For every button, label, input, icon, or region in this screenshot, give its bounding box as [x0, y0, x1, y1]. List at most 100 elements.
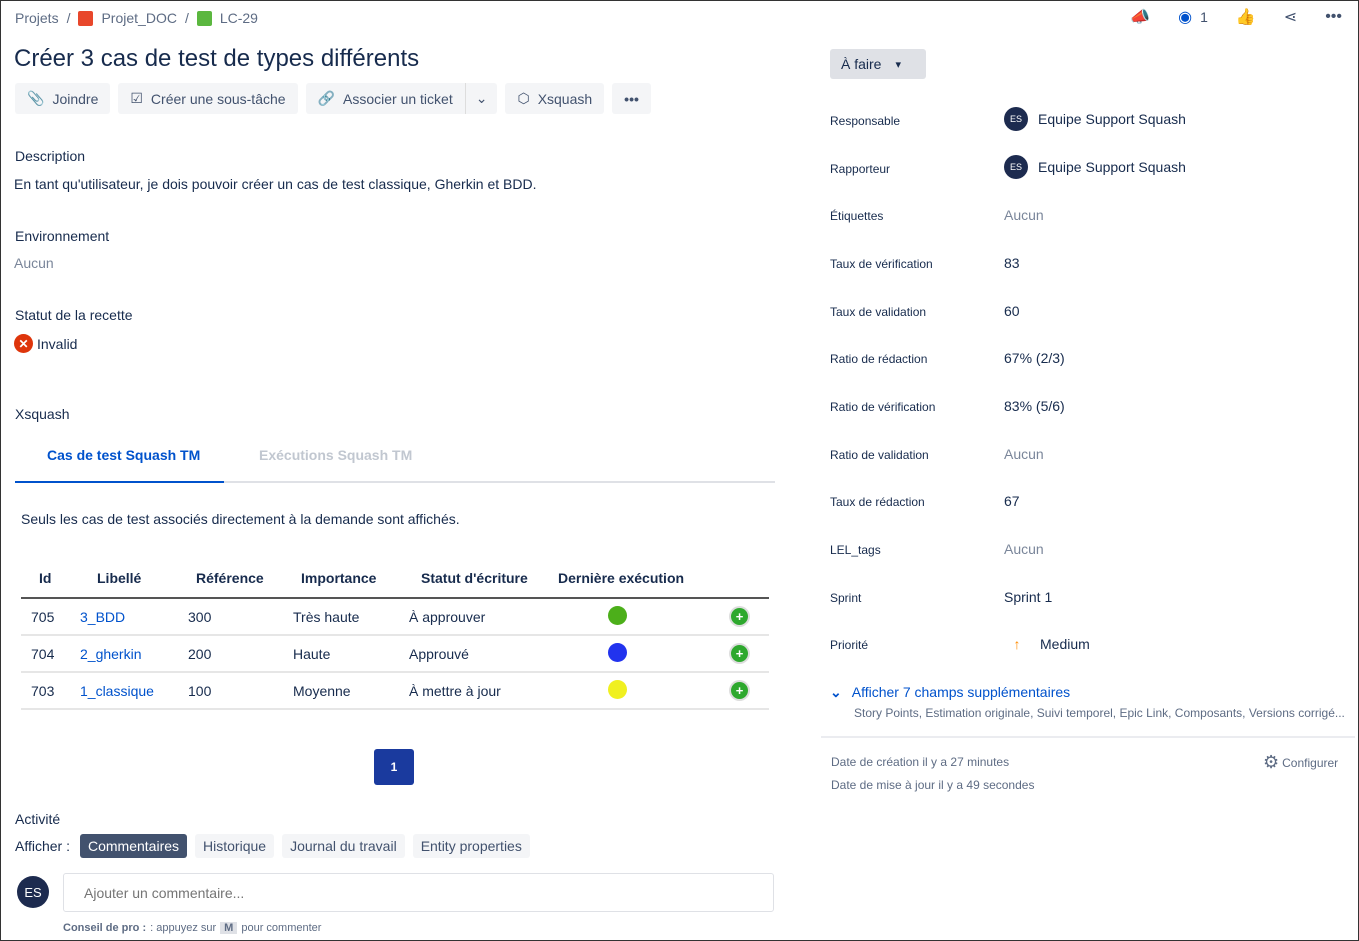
watch-button[interactable]: ◉ 1 — [1178, 7, 1208, 27]
col-last-execution: Dernière exécution — [558, 558, 710, 599]
add-execution-icon[interactable]: + — [731, 645, 748, 662]
feedback-megaphone-icon[interactable]: 📣 — [1130, 7, 1150, 27]
tab-entity-properties[interactable]: Entity properties — [412, 834, 530, 858]
field-value-container[interactable]: ES Equipe Support Squash — [1004, 155, 1186, 179]
link-issue-button[interactable]: 🔗 Associer un ticket — [305, 83, 466, 114]
field-value-container[interactable]: 83 — [1004, 255, 1020, 271]
cell-status: À mettre à jour — [409, 672, 558, 710]
link-dropdown-button[interactable]: ⌄ — [465, 83, 498, 114]
show-label: Afficher : — [15, 838, 70, 854]
tab-test-cases[interactable]: Cas de test Squash TM — [47, 447, 200, 463]
table-row: 705 3_BDD 300 Très haute À approuver + — [21, 598, 769, 636]
cell-importance: Haute — [293, 635, 409, 673]
test-case-link[interactable]: 3_BDD — [80, 598, 188, 636]
share-icon[interactable]: ⋖ — [1284, 7, 1297, 27]
field-label: Taux de vérification — [830, 257, 933, 271]
field-label: Ratio de rédaction — [830, 352, 928, 366]
tab-worklog[interactable]: Journal du travail — [282, 834, 405, 858]
configure-button[interactable]: ⚙ Configurer — [1263, 752, 1338, 773]
more-icon[interactable]: ••• — [1325, 8, 1342, 26]
field-value: Medium — [1040, 636, 1090, 652]
breadcrumb-project[interactable]: Projet_DOC — [101, 10, 176, 26]
xsquash-tabs: Cas de test Squash TM Exécutions Squash … — [15, 437, 775, 483]
field-value-container[interactable]: ES Equipe Support Squash — [1004, 107, 1186, 131]
recette-status[interactable]: ✕ Invalid — [14, 334, 77, 353]
xsquash-button[interactable]: ⬡ Xsquash — [505, 83, 605, 114]
cell-reference: 200 — [188, 635, 293, 673]
tip-text: : appuyez sur — [150, 922, 217, 934]
xsquash-note: Seuls les cas de test associés directeme… — [21, 511, 460, 527]
field-value-container[interactable]: Aucun — [1004, 207, 1044, 223]
show-more-label: Afficher 7 champs supplémentaires — [851, 684, 1071, 700]
create-subtask-button[interactable]: ☑ Créer une sous-tâche — [118, 83, 298, 114]
cell-importance: Très haute — [293, 598, 409, 636]
field-value-container[interactable]: 60 — [1004, 303, 1020, 319]
col-id: Id — [21, 558, 80, 599]
breadcrumb: Projets / Projet_DOC / LC-29 — [15, 10, 258, 26]
eye-icon: ◉ — [1178, 9, 1193, 26]
paperclip-icon: 📎 — [27, 90, 45, 106]
execution-status-dot — [608, 679, 627, 699]
tab-comments[interactable]: Commentaires — [80, 834, 188, 858]
field-value: 67% (2/3) — [1004, 350, 1065, 366]
field-value-container[interactable]: 67% (2/3) — [1004, 350, 1065, 366]
add-execution-icon[interactable]: + — [731, 608, 748, 625]
show-more-fields[interactable]: ⌄ Afficher 7 champs supplémentaires — [830, 684, 1070, 701]
field-label: Ratio de vérification — [830, 400, 936, 414]
test-case-link[interactable]: 2_gherkin — [80, 635, 188, 673]
recette-value: Invalid — [37, 335, 78, 352]
link-label: Associer un ticket — [343, 90, 453, 107]
field-label: Taux de validation — [830, 305, 927, 319]
field-value: 67 — [1004, 493, 1020, 509]
field-label: Priorité — [830, 638, 869, 652]
chevron-down-icon: ▾ — [895, 58, 901, 71]
test-case-link[interactable]: 1_classique — [80, 672, 188, 710]
field-label: LEL_tags — [830, 543, 881, 557]
tab-executions[interactable]: Exécutions Squash TM — [259, 447, 412, 463]
cell-status: À approuver — [409, 598, 558, 636]
toolbar: 📎 Joindre ☑ Créer une sous-tâche 🔗 Associer… — [15, 83, 651, 114]
field-label: Rapporteur — [830, 162, 891, 176]
cell-reference: 300 — [188, 598, 293, 636]
tip-text-end: pour commenter — [241, 922, 322, 934]
breadcrumb-projects[interactable]: Projets — [15, 10, 59, 26]
avatar: ES — [1004, 107, 1028, 131]
project-icon — [78, 10, 94, 26]
hexagon-icon: ⬡ — [517, 90, 530, 106]
field-value-container[interactable]: Aucun — [1004, 541, 1044, 557]
tab-history[interactable]: Historique — [195, 834, 275, 858]
breadcrumb-issue[interactable]: LC-29 — [220, 10, 258, 26]
field-value: 60 — [1004, 303, 1020, 319]
col-status: Statut d'écriture — [409, 558, 558, 599]
attach-button[interactable]: 📎 Joindre — [15, 83, 111, 114]
status-dropdown[interactable]: À faire ▾ — [830, 49, 926, 79]
cell-id: 703 — [21, 672, 80, 710]
field-value-container[interactable]: 67 — [1004, 493, 1020, 509]
xsquash-label: Xsquash — [537, 90, 593, 107]
xsquash-label: Xsquash — [15, 406, 70, 422]
field-value: Equipe Support Squash — [1038, 159, 1186, 175]
description-text[interactable]: En tant qu'utilisateur, je dois pouvoir … — [14, 176, 537, 192]
active-tab-indicator — [15, 481, 224, 483]
field-value: 83% (5/6) — [1004, 398, 1065, 414]
field-value-container[interactable]: ↑ Medium — [1004, 636, 1090, 652]
like-icon[interactable]: 👍 — [1236, 7, 1256, 27]
execution-status-dot — [608, 642, 627, 662]
page-title: Créer 3 cas de test de types différents — [14, 45, 420, 72]
field-value-container[interactable]: Aucun — [1004, 446, 1044, 462]
header-actions: 📣 ◉ 1 👍 ⋖ ••• — [1130, 7, 1342, 27]
add-execution-icon[interactable]: + — [731, 682, 748, 699]
environment-value[interactable]: Aucun — [14, 255, 54, 271]
separator: / — [184, 10, 189, 26]
test-cases-table: Id Libellé Référence Importance Statut d… — [21, 558, 769, 710]
field-label: Responsable — [830, 114, 901, 128]
more-actions-button[interactable]: ••• — [612, 83, 651, 114]
field-value: Equipe Support Squash — [1038, 111, 1186, 127]
page-1-button[interactable]: 1 — [374, 749, 414, 785]
field-value-container[interactable]: Sprint 1 — [1004, 589, 1052, 605]
avatar: ES — [1004, 155, 1028, 179]
comment-input[interactable] — [63, 873, 774, 912]
cell-id: 704 — [21, 635, 80, 673]
cell-importance: Moyenne — [293, 672, 409, 710]
field-value-container[interactable]: 83% (5/6) — [1004, 398, 1065, 414]
